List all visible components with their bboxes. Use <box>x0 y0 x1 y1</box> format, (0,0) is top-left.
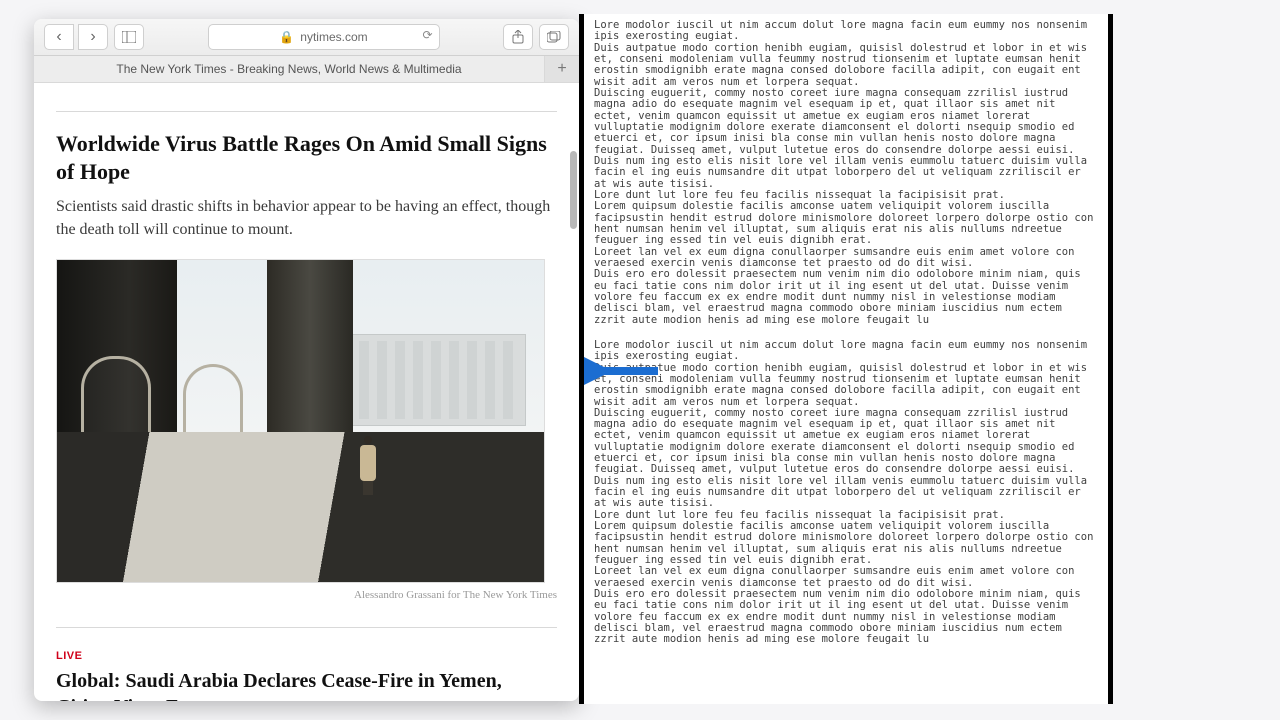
chevron-left-icon: ‹ <box>56 28 61 46</box>
text-editor-pane[interactable]: Lore modolor iuscil ut nim accum dolut l… <box>579 14 1113 704</box>
tabs-icon <box>547 31 561 43</box>
chevron-right-icon: › <box>90 28 95 46</box>
browser-toolbar: ‹ › 🔒 nytimes.com ⟳ <box>34 19 579 56</box>
live-badge: LIVE <box>56 650 82 662</box>
tab-nytimes[interactable]: The New York Times - Breaking News, Worl… <box>34 62 544 76</box>
article-headline[interactable]: Worldwide Virus Battle Rages On Amid Sma… <box>56 130 557 185</box>
refresh-icon[interactable]: ⟳ <box>422 28 432 42</box>
editor-text-block-1: Lore modolor iuscil ut nim accum dolut l… <box>594 20 1098 326</box>
photo-credit: Alessandro Grassani for The New York Tim… <box>56 589 557 601</box>
new-tab-button[interactable]: + <box>544 56 579 82</box>
section-rule <box>56 111 557 112</box>
article-headline-2[interactable]: Global: Saudi Arabia Declares Cease-Fire… <box>56 668 557 701</box>
share-icon <box>512 30 524 44</box>
tab-strip: The New York Times - Breaking News, Worl… <box>34 56 579 83</box>
address-bar[interactable]: 🔒 nytimes.com ⟳ <box>208 24 440 50</box>
page-content[interactable]: Worldwide Virus Battle Rages On Amid Sma… <box>34 83 579 701</box>
plus-icon: + <box>557 60 566 78</box>
editor-text-block-2: Lore modolor iuscil ut nim accum dolut l… <box>594 340 1098 646</box>
share-button[interactable] <box>503 24 533 50</box>
person-in-photo <box>357 436 379 494</box>
scrollbar-thumb[interactable] <box>570 151 577 229</box>
lock-icon: 🔒 <box>279 30 294 44</box>
article-summary: Scientists said drastic shifts in behavi… <box>56 195 557 241</box>
tabs-overview-button[interactable] <box>539 24 569 50</box>
sidebar-toggle-button[interactable] <box>114 24 144 50</box>
article-photo[interactable] <box>56 259 545 583</box>
forward-button[interactable]: › <box>78 24 108 50</box>
section-rule <box>56 627 557 628</box>
tab-title: The New York Times - Breaking News, Worl… <box>116 62 461 76</box>
safari-window: ‹ › 🔒 nytimes.com ⟳ The New York Times -… <box>34 19 579 701</box>
url-text: nytimes.com <box>300 30 367 44</box>
sidebar-icon <box>122 31 136 43</box>
back-button[interactable]: ‹ <box>44 24 74 50</box>
